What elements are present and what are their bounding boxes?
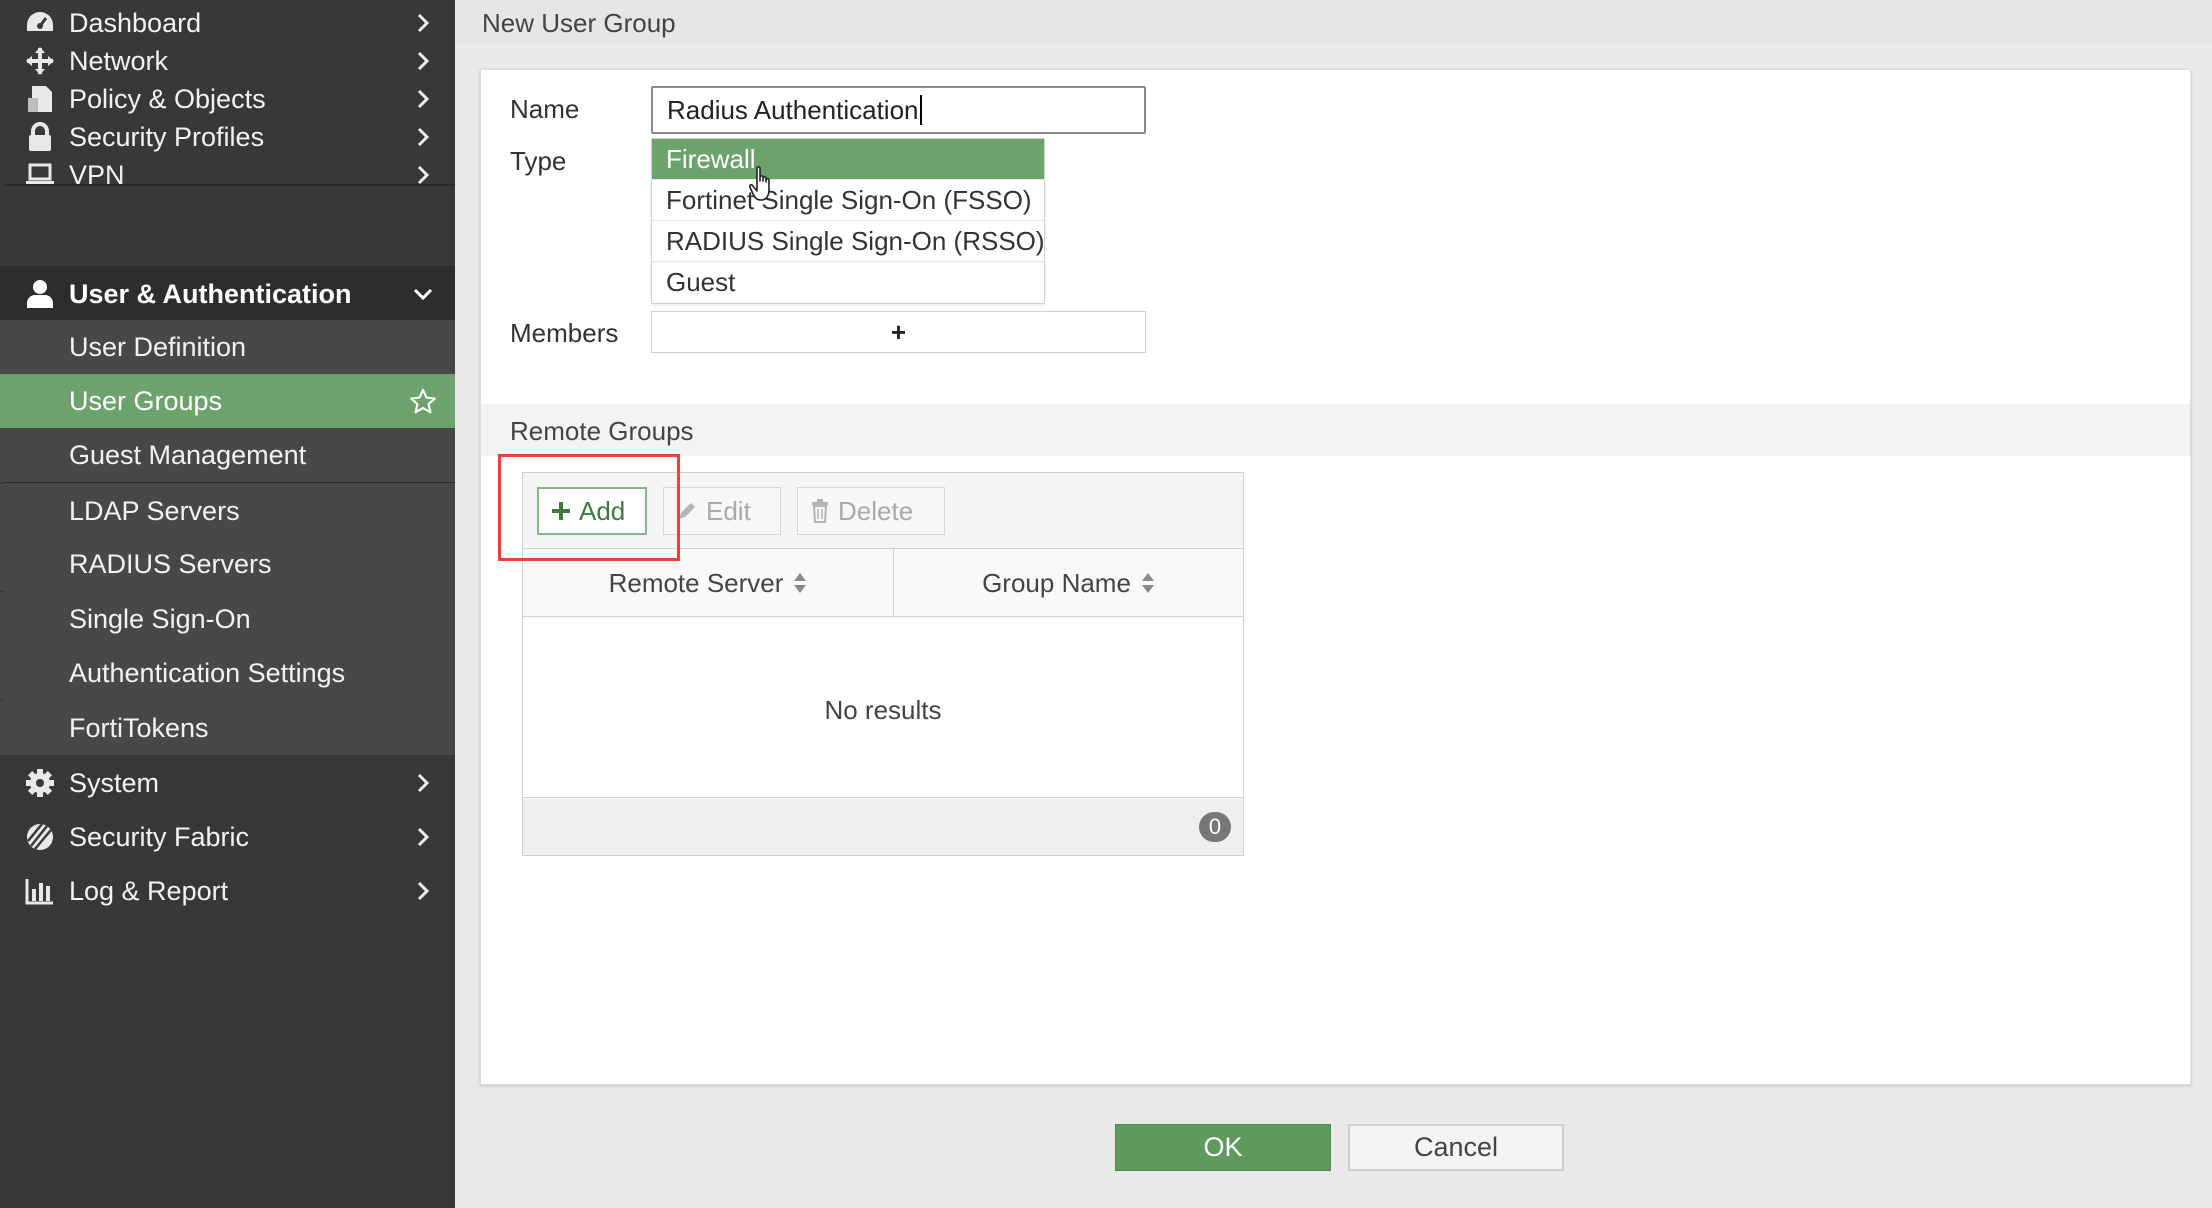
- nav-label-security-fabric: Security Fabric: [69, 821, 250, 852]
- name-input-value: Radius Authentication: [667, 94, 919, 125]
- star-icon[interactable]: [409, 387, 437, 415]
- form-panel: Name Radius Authentication Type Firewall…: [480, 69, 2191, 1085]
- type-option-guest[interactable]: Guest: [652, 262, 1044, 303]
- bar-chart-icon: [24, 875, 56, 907]
- nav-label-system: System: [69, 767, 160, 798]
- column-label-remote-server: Remote Server: [608, 567, 784, 598]
- chevron-right-icon: [409, 47, 437, 75]
- chevron-right-icon: [409, 877, 437, 905]
- column-label-group-name: Group Name: [982, 567, 1131, 598]
- sidebar-item-user-definition[interactable]: User Definition: [0, 320, 455, 374]
- page-header: New User Group: [455, 0, 2212, 44]
- sidebar-item-authentication-settings[interactable]: Authentication Settings: [0, 646, 455, 700]
- name-label: Name: [510, 94, 580, 124]
- annotation-highlight-box: [498, 454, 680, 561]
- count-badge: 0: [1199, 812, 1231, 842]
- ok-button[interactable]: OK: [1115, 1124, 1331, 1171]
- text-caret: [919, 95, 922, 125]
- nav-item-user-authentication[interactable]: User & Authentication: [0, 266, 455, 322]
- sub-label-user-definition: User Definition: [69, 331, 247, 362]
- sidebar-item-ldap-servers[interactable]: LDAP Servers: [0, 484, 455, 538]
- chevron-right-icon: [409, 9, 437, 37]
- delete-button[interactable]: Delete: [797, 487, 945, 535]
- page-title: New User Group: [482, 8, 676, 38]
- delete-button-label: Delete: [838, 495, 914, 526]
- sub-label-authentication-settings: Authentication Settings: [69, 657, 346, 688]
- nav-item-security-fabric[interactable]: Security Fabric: [0, 810, 455, 864]
- nav-label-user-authentication: User & Authentication: [69, 278, 352, 309]
- nav-label-log-report: Log & Report: [69, 875, 229, 906]
- sidebar-item-radius-servers[interactable]: RADIUS Servers: [0, 537, 455, 591]
- sidebar: Dashboard Network Policy & Objects Secur…: [0, 0, 455, 1208]
- user-icon: [24, 278, 56, 310]
- sort-icon: [1141, 572, 1155, 594]
- empty-state-text: No results: [824, 695, 942, 725]
- sub-label-fortitokens: FortiTokens: [69, 712, 209, 743]
- laptop-icon: [24, 159, 56, 191]
- chevron-right-icon: [409, 823, 437, 851]
- name-input[interactable]: Radius Authentication: [651, 86, 1146, 134]
- edit-button-label: Edit: [706, 495, 751, 526]
- sidebar-item-single-sign-on[interactable]: Single Sign-On: [0, 592, 455, 646]
- sidebar-item-guest-management[interactable]: Guest Management: [0, 428, 455, 482]
- sidebar-item-fortitokens[interactable]: FortiTokens: [0, 701, 455, 755]
- chevron-right-icon: [409, 123, 437, 151]
- chevron-down-icon: [409, 280, 437, 308]
- sub-label-user-groups: User Groups: [69, 385, 223, 416]
- plus-icon: +: [890, 316, 907, 347]
- sub-label-single-sign-on: Single Sign-On: [69, 603, 251, 634]
- sidebar-item-user-groups[interactable]: User Groups: [0, 374, 455, 428]
- remote-groups-title: Remote Groups: [510, 416, 694, 446]
- type-dropdown[interactable]: Firewall Fortinet Single Sign-On (FSSO) …: [651, 138, 1045, 304]
- column-header-group-name[interactable]: Group Name: [894, 549, 1243, 617]
- chevron-right-icon: [409, 769, 437, 797]
- sub-label-ldap-servers: LDAP Servers: [69, 495, 240, 526]
- divider: [4, 184, 455, 186]
- security-fabric-icon: [24, 821, 56, 853]
- chevron-right-icon: [409, 85, 437, 113]
- sub-label-guest-management: Guest Management: [69, 439, 307, 470]
- sort-icon: [793, 572, 807, 594]
- members-label: Members: [510, 318, 619, 348]
- sub-label-radius-servers: RADIUS Servers: [69, 548, 272, 579]
- trash-icon: [810, 499, 830, 523]
- nav-item-vpn[interactable]: VPN: [0, 148, 455, 202]
- type-label: Type: [510, 146, 567, 176]
- table-footer: 0: [523, 797, 1243, 855]
- type-option-fsso[interactable]: Fortinet Single Sign-On (FSSO): [652, 180, 1044, 221]
- members-add-field[interactable]: +: [651, 311, 1146, 353]
- section-band: [481, 404, 2190, 456]
- nav-item-system[interactable]: System: [0, 756, 455, 810]
- hand-cursor-icon: [749, 166, 770, 201]
- type-option-rsso[interactable]: RADIUS Single Sign-On (RSSO): [652, 221, 1045, 262]
- type-option-firewall[interactable]: Firewall: [652, 139, 1044, 180]
- edit-button[interactable]: Edit: [663, 487, 781, 535]
- cancel-button[interactable]: Cancel: [1348, 1124, 1564, 1171]
- nav-item-log-report[interactable]: Log & Report: [0, 864, 455, 918]
- gear-icon: [24, 767, 56, 799]
